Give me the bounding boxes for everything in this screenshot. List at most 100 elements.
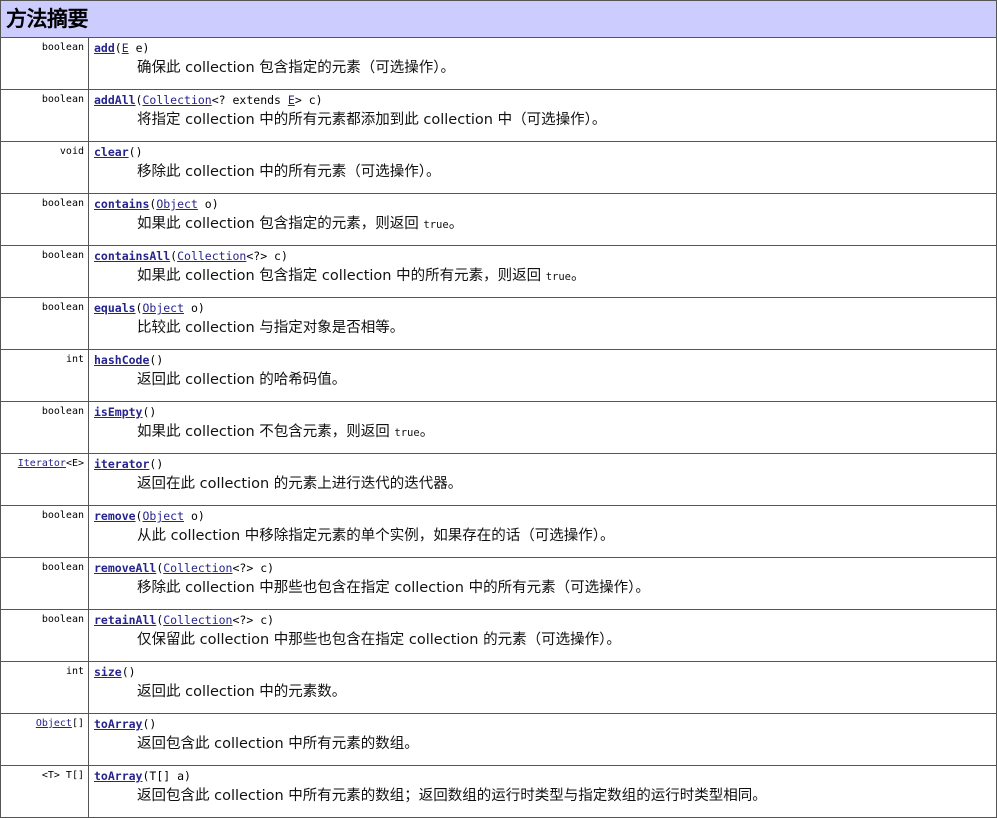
method-name-link[interactable]: equals [94, 301, 136, 315]
signature-tail: ) [149, 405, 156, 419]
table-row: int hashCode()返回此 collection 的哈希码值。 [1, 350, 997, 402]
return-type-cell: boolean [1, 506, 89, 558]
method-name-link[interactable]: removeAll [94, 561, 156, 575]
return-type-text: boolean [42, 406, 84, 417]
method-name-link[interactable]: contains [94, 197, 149, 211]
method-signature: isEmpty() [93, 405, 992, 420]
method-signature: iterator() [93, 457, 992, 472]
signature-tail: ) [149, 717, 156, 731]
method-description: 返回在此 collection 的元素上进行迭代的迭代器。 [93, 472, 992, 494]
signature-open-paren: ( [129, 145, 136, 159]
method-description-text: 如果此 collection 包含指定 collection 中的所有元素，则返… [137, 268, 546, 284]
method-description-text: 比较此 collection 与指定对象是否相等。 [137, 320, 404, 336]
signature-tail: <? extends [212, 93, 288, 107]
return-type-link[interactable]: Iterator [18, 458, 66, 469]
method-description-text: 返回此 collection 的哈希码值。 [137, 372, 346, 388]
table-row: voidclear()移除此 collection 中的所有元素（可选操作）。 [1, 142, 997, 194]
return-type-text: boolean [42, 614, 84, 625]
return-type-cell: boolean [1, 558, 89, 610]
return-type-cell: boolean [1, 298, 89, 350]
return-type-cell: Iterator<E> [1, 454, 89, 506]
method-summary-table: 方法摘要 booleanadd(E e)确保此 collection 包含指定的… [0, 0, 997, 818]
method-detail-cell: toArray()返回包含此 collection 中所有元素的数组。 [89, 714, 997, 766]
parameter-type-link[interactable]: Object [156, 197, 198, 211]
return-type-cell: void [1, 142, 89, 194]
method-detail-cell: hashCode()返回此 collection 的哈希码值。 [89, 350, 997, 402]
method-description: 返回此 collection 中的元素数。 [93, 680, 992, 702]
method-name-link[interactable]: hashCode [94, 353, 149, 367]
method-description-text: 仅保留此 collection 中那些也包含在指定 collection 的元素… [137, 632, 621, 648]
method-summary-header-cell: 方法摘要 [1, 1, 997, 38]
parameter-type-link-2[interactable]: E [288, 93, 295, 107]
return-type-link[interactable]: Object [36, 718, 72, 729]
table-row: boolean retainAll(Collection<?> c)仅保留此 co… [1, 610, 997, 662]
method-detail-cell: contains(Object o)如果此 collection 包含指定的元素… [89, 194, 997, 246]
method-description-tail: 。 [420, 424, 435, 440]
parameter-type-link[interactable]: Collection [163, 561, 232, 575]
method-name-link[interactable]: size [94, 665, 122, 679]
table-row: boolean containsAll(Collection<?> c)如果此 c… [1, 246, 997, 298]
method-detail-cell: containsAll(Collection<?> c)如果此 collecti… [89, 246, 997, 298]
method-description: 返回此 collection 的哈希码值。 [93, 368, 992, 390]
method-name-link[interactable]: addAll [94, 93, 136, 107]
method-description-text: 返回在此 collection 的元素上进行迭代的迭代器。 [137, 476, 462, 492]
parameter-type-link[interactable]: Object [142, 301, 184, 315]
method-description-text: 返回包含此 collection 中所有元素的数组。 [137, 736, 419, 752]
method-name-link[interactable]: remove [94, 509, 136, 523]
method-signature: remove(Object o) [93, 509, 992, 524]
method-description-tail: 。 [571, 268, 586, 284]
parameter-type-link[interactable]: Collection [142, 93, 211, 107]
table-row: <T> T[]toArray(T[] a)返回包含此 collection 中所… [1, 766, 997, 818]
method-name-link[interactable]: retainAll [94, 613, 156, 627]
method-detail-cell: size() 返回此 collection 中的元素数。 [89, 662, 997, 714]
return-type-text: void [60, 146, 84, 157]
method-description: 移除此 collection 中那些也包含在指定 collection 中的所有… [93, 576, 992, 598]
return-type-text: int [66, 354, 84, 365]
return-type-text: boolean [42, 250, 84, 261]
method-description: 如果此 collection 不包含元素，则返回 true。 [93, 420, 992, 443]
return-type-cell: boolean [1, 194, 89, 246]
return-type-text: int [66, 666, 84, 677]
method-name-link[interactable]: isEmpty [94, 405, 142, 419]
method-description: 仅保留此 collection 中那些也包含在指定 collection 的元素… [93, 628, 992, 650]
method-detail-cell: retainAll(Collection<?> c)仅保留此 collectio… [89, 610, 997, 662]
method-description-text: 返回此 collection 中的元素数。 [137, 684, 346, 700]
return-type-text: <T> T[] [42, 770, 84, 781]
return-type-cell: int [1, 350, 89, 402]
method-name-link[interactable]: containsAll [94, 249, 170, 263]
method-description: 如果此 collection 包含指定 collection 中的所有元素，则返… [93, 264, 992, 287]
table-row: boolean isEmpty()如果此 collection 不包含元素，则返回… [1, 402, 997, 454]
return-type-text: boolean [42, 198, 84, 209]
return-type-text: boolean [42, 562, 84, 573]
method-description: 从此 collection 中移除指定元素的单个实例，如果存在的话（可选操作）。 [93, 524, 992, 546]
return-type-text: boolean [42, 510, 84, 521]
signature-tail: <?> c) [246, 249, 288, 263]
table-row: boolean addAll(Collection<? extends E> c)… [1, 90, 997, 142]
method-name-link[interactable]: clear [94, 145, 129, 159]
method-signature: removeAll(Collection<?> c) [93, 561, 992, 576]
signature-tail: ) [136, 145, 143, 159]
parameter-type-link[interactable]: Collection [163, 613, 232, 627]
method-summary-body: 方法摘要 booleanadd(E e)确保此 collection 包含指定的… [1, 1, 997, 818]
return-type-cell: boolean [1, 38, 89, 90]
signature-tail: o) [184, 509, 205, 523]
return-type-text: boolean [42, 94, 84, 105]
parameter-type-link[interactable]: E [122, 41, 129, 55]
table-row: Iterator<E> iterator() 返回在此 collection 的元素… [1, 454, 997, 506]
return-type-cell: Object[] [1, 714, 89, 766]
method-description-code: true [394, 427, 419, 439]
parameter-type-link[interactable]: Collection [177, 249, 246, 263]
method-detail-cell: remove(Object o)从此 collection 中移除指定元素的单个… [89, 506, 997, 558]
parameter-type-link[interactable]: Object [142, 509, 184, 523]
return-type-cell: boolean [1, 246, 89, 298]
method-signature: addAll(Collection<? extends E> c) [93, 93, 992, 108]
signature-open-paren: ( [122, 665, 129, 679]
method-description-text: 返回包含此 collection 中所有元素的数组；返回数组的运行时类型与指定数… [137, 788, 767, 804]
method-description-text: 移除此 collection 中那些也包含在指定 collection 中的所有… [137, 580, 650, 596]
method-name-link[interactable]: toArray [94, 769, 142, 783]
method-signature: size() [93, 665, 992, 680]
method-name-link[interactable]: iterator [94, 457, 149, 471]
method-name-link[interactable]: toArray [94, 717, 142, 731]
method-detail-cell: equals(Object o)比较此 collection 与指定对象是否相等… [89, 298, 997, 350]
method-name-link[interactable]: add [94, 41, 115, 55]
